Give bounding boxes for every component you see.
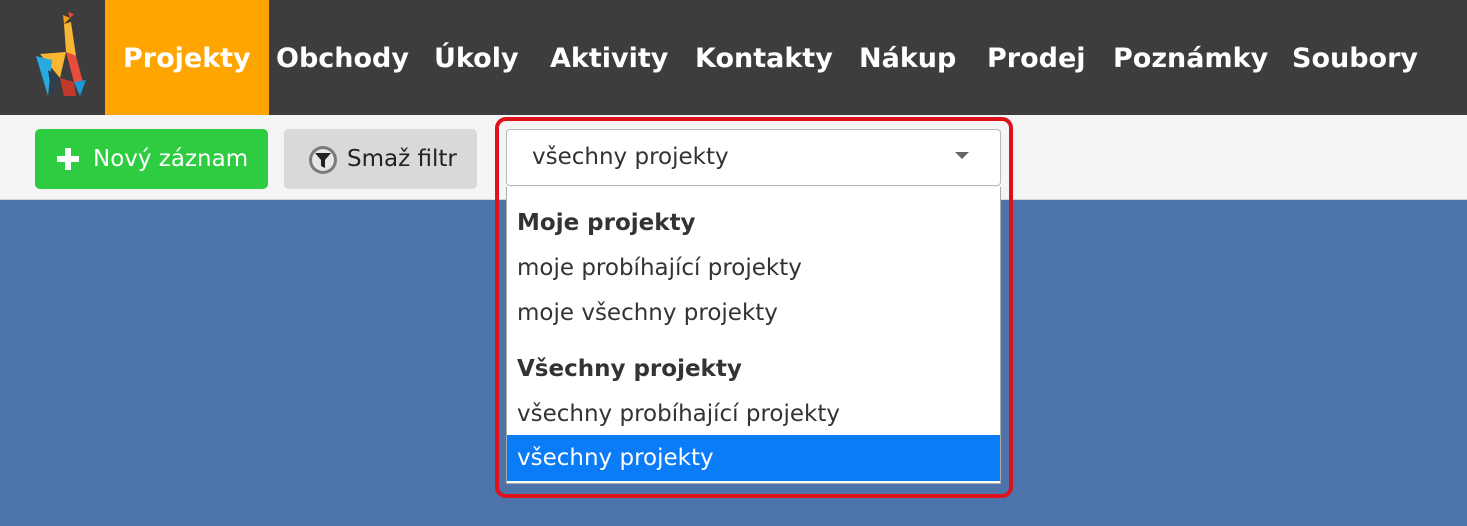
filter-clear-icon [309,146,337,174]
nav-tab-aktivity[interactable]: Aktivity [550,0,668,115]
nav-tab-soubory[interactable]: Soubory [1292,0,1418,115]
clear-filter-button[interactable]: Smaž filtr [284,129,477,189]
origami-giraffe-logo[interactable] [30,12,92,98]
nav-tab-obchody[interactable]: Obchody [276,0,409,115]
nav-tab-kontakty[interactable]: Kontakty [695,0,833,115]
nav-tab-ukoly[interactable]: Úkoly [434,0,519,115]
new-record-label: Nový záznam [93,146,249,172]
new-record-button[interactable]: Nový záznam [35,129,268,189]
nav-tab-prodej[interactable]: Prodej [987,0,1086,115]
clear-filter-label: Smaž filtr [347,146,457,172]
plus-icon [57,148,79,170]
nav-tab-poznamky[interactable]: Poznámky [1113,0,1268,115]
nav-tab-projekty[interactable]: Projekty [105,0,269,115]
top-navigation-bar: Projekty Obchody Úkoly Aktivity Kontakty… [0,0,1467,115]
highlight-frame [495,117,1013,498]
nav-tab-nakup[interactable]: Nákup [859,0,956,115]
